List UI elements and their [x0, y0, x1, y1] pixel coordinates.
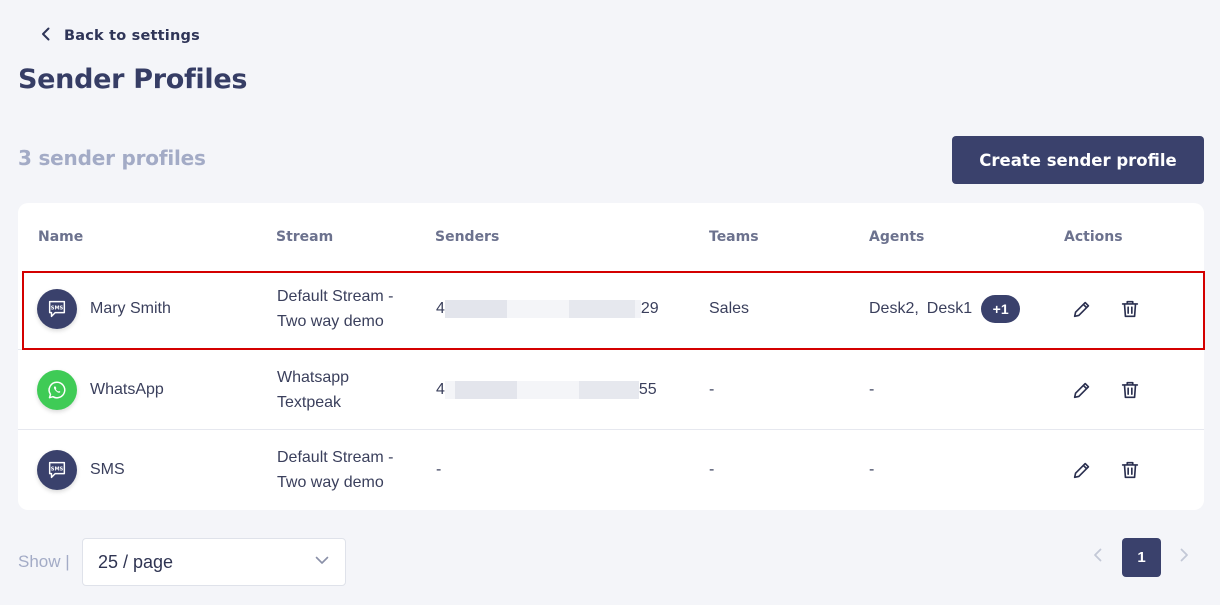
stream-line: Default Stream -	[277, 288, 394, 305]
teams-cell: -	[709, 461, 715, 478]
agent-name: Desk1	[926, 300, 973, 317]
name-cell: SMS Mary Smith	[37, 269, 171, 349]
name-cell: SMS SMS	[37, 430, 125, 510]
redacted-block	[444, 300, 507, 318]
chevron-left-icon	[38, 26, 54, 46]
edit-pencil-icon[interactable]	[1071, 298, 1093, 320]
chevron-right-icon	[1176, 547, 1192, 568]
column-header-senders: Senders	[435, 229, 500, 245]
page-1-button[interactable]: 1	[1122, 538, 1161, 577]
column-header-agents: Agents	[869, 229, 925, 245]
teams-cell: Sales	[709, 300, 750, 317]
previous-page-button[interactable]	[1086, 545, 1110, 569]
actions-cell	[1071, 269, 1141, 349]
edit-pencil-icon[interactable]	[1071, 379, 1093, 401]
delete-trash-icon[interactable]	[1119, 298, 1141, 320]
sms-chat-icon: SMS	[37, 289, 77, 329]
table-row[interactable]: SMS Mary Smith Default Stream - Two way …	[18, 269, 1204, 349]
senders-cell: 4 29	[436, 269, 659, 349]
sender-suffix: 29	[640, 300, 659, 317]
senders-cell: 4 55	[436, 350, 657, 430]
show-label: Show |	[18, 552, 70, 571]
sender-suffix: 55	[638, 381, 657, 398]
agents-cell: -	[869, 461, 875, 478]
svg-text:SMS: SMS	[51, 306, 64, 312]
stream-cell: Whatsapp Textpeak	[277, 350, 349, 430]
profile-name: SMS	[90, 461, 125, 478]
column-header-teams: Teams	[709, 229, 759, 245]
delete-trash-icon[interactable]	[1119, 459, 1141, 481]
sender-prefix: 4	[436, 300, 445, 317]
sms-chat-icon: SMS	[37, 450, 77, 490]
column-header-actions: Actions	[1064, 229, 1123, 245]
column-header-name: Name	[38, 229, 84, 245]
sender-prefix: 4	[436, 381, 445, 398]
agent-name: Desk2,	[869, 300, 919, 317]
create-sender-profile-button[interactable]: Create sender profile	[952, 136, 1204, 184]
stream-line: Default Stream -	[277, 449, 394, 466]
redacted-block	[578, 381, 639, 399]
back-link-label: Back to settings	[64, 28, 200, 44]
redacted-block	[568, 300, 635, 318]
back-to-settings-link[interactable]: Back to settings	[38, 26, 200, 46]
teams-cell: -	[709, 381, 715, 398]
chevron-down-icon	[313, 551, 331, 574]
chevron-left-icon	[1090, 547, 1106, 568]
profile-name: WhatsApp	[90, 381, 164, 398]
page-size-select[interactable]: 25 / page	[82, 538, 346, 586]
edit-pencil-icon[interactable]	[1071, 459, 1093, 481]
page-title: Sender Profiles	[18, 64, 248, 95]
more-agents-badge[interactable]: +1	[981, 295, 1021, 323]
stream-line: Textpeak	[277, 394, 342, 411]
table-row[interactable]: WhatsApp Whatsapp Textpeak 4 55 - -	[18, 349, 1204, 429]
actions-cell	[1071, 350, 1141, 430]
profile-count: 3 sender profiles	[18, 146, 206, 170]
redacted-block	[516, 381, 579, 399]
svg-text:SMS: SMS	[51, 467, 64, 473]
name-cell: WhatsApp	[37, 350, 164, 430]
whatsapp-icon	[37, 370, 77, 410]
column-header-stream: Stream	[276, 229, 334, 245]
delete-trash-icon[interactable]	[1119, 379, 1141, 401]
redacted-block	[444, 381, 455, 399]
stream-line: Whatsapp	[277, 369, 350, 386]
stream-line: Two way demo	[277, 313, 384, 330]
stream-line: Two way demo	[277, 474, 384, 491]
sender-profiles-table: Name Stream Senders Teams Agents Actions…	[18, 203, 1204, 510]
redacted-block	[454, 381, 517, 399]
profile-name: Mary Smith	[90, 300, 171, 317]
agents-cell: -	[869, 381, 875, 398]
table-header: Name Stream Senders Teams Agents Actions	[18, 203, 1204, 269]
agents-cell: Desk2, Desk1 +1	[869, 269, 1021, 349]
senders-cell: -	[436, 461, 442, 478]
stream-cell: Default Stream - Two way demo	[277, 430, 393, 510]
stream-cell: Default Stream - Two way demo	[277, 269, 393, 349]
table-row[interactable]: SMS SMS Default Stream - Two way demo - …	[18, 429, 1204, 509]
page-size-value: 25 / page	[98, 551, 174, 572]
actions-cell	[1071, 430, 1141, 510]
next-page-button[interactable]	[1172, 545, 1196, 569]
redacted-block	[506, 300, 569, 318]
